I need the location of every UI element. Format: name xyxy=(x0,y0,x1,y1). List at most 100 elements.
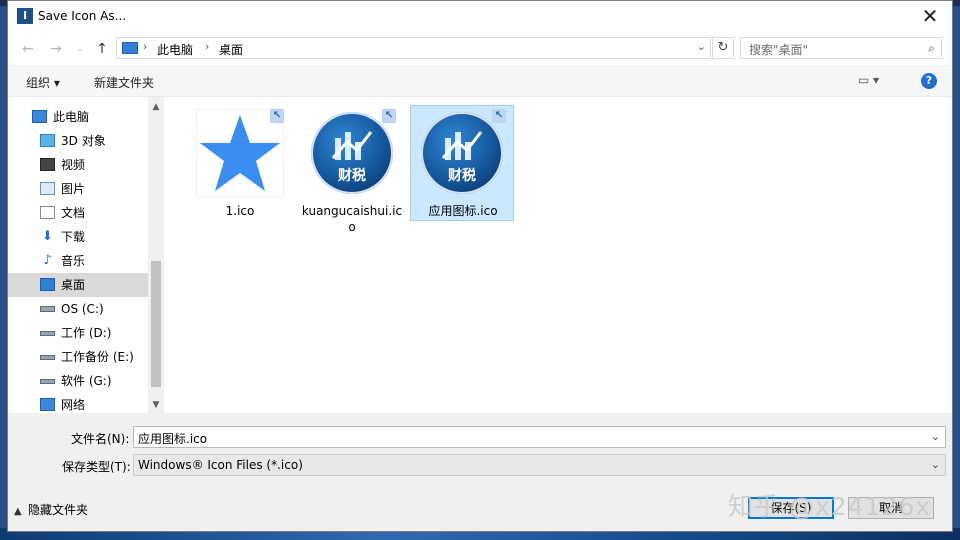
file-thumbnail: ↖ xyxy=(195,108,285,198)
chart-logo-icon xyxy=(441,131,483,160)
sidebar-item[interactable]: 此电脑 xyxy=(8,105,148,129)
drive-icon xyxy=(40,331,55,336)
file-list: ↖ 1.ico 财税 ↖ kuangucaishui.ico 财税 ↖ 应用图标… xyxy=(164,97,952,413)
hide-folders-label: 隐藏文件夹 xyxy=(28,503,89,517)
view-options-button[interactable]: ▭ ▾ xyxy=(858,73,890,89)
file-thumbnail: 财税 ↖ xyxy=(418,109,506,197)
sidebar-item[interactable]: 图片 xyxy=(8,177,148,201)
back-arrow-icon[interactable]: ← xyxy=(18,39,38,59)
computer-icon xyxy=(122,42,138,54)
document-icon xyxy=(40,206,55,219)
file-type-value: Windows® Icon Files (*.ico) xyxy=(138,458,303,472)
scroll-up-icon[interactable]: ▲ xyxy=(148,99,164,115)
shortcut-arrow-icon: ↖ xyxy=(270,109,284,123)
chevron-up-icon: ▲ xyxy=(14,506,22,517)
video-icon xyxy=(40,158,55,171)
nav-scrollbar[interactable]: ▲ ▼ xyxy=(148,97,164,413)
file-name: 应用图标.ico xyxy=(428,204,498,218)
sidebar-item-label: 网络 xyxy=(61,398,86,412)
picture-icon xyxy=(40,182,55,195)
navigation-pane: 网络 软件 (G:) 工作备份 (E:) 工作 (D:) OS (C:) 桌面 ♪ 音乐 ⬇ 下载… xyxy=(8,97,164,413)
chevron-down-icon[interactable]: ⌄ xyxy=(697,40,706,53)
cube-icon xyxy=(40,134,55,147)
sidebar-item[interactable]: 视频 xyxy=(8,153,148,177)
shortcut-arrow-icon: ↖ xyxy=(492,109,506,123)
caishui-logo-icon: 财税 xyxy=(421,112,503,194)
recent-locations-chevron-icon[interactable]: ⌄ xyxy=(70,39,90,59)
breadcrumb-this-pc[interactable]: 此电脑 xyxy=(157,41,193,58)
sidebar-item-label: 工作 (D:) xyxy=(61,326,112,340)
sidebar-item-label: 视频 xyxy=(61,158,86,172)
sidebar-item[interactable]: ⬇ 下载 xyxy=(8,225,148,249)
search-placeholder: 搜索"桌面" xyxy=(749,43,809,57)
help-button[interactable]: ? xyxy=(921,73,937,89)
caishui-logo-icon: 财税 xyxy=(311,112,393,194)
filename-field[interactable]: 应用图标.ico ⌄ xyxy=(133,426,946,448)
up-arrow-icon[interactable]: ↑ xyxy=(92,39,112,59)
file-item[interactable]: ↖ 1.ico xyxy=(188,105,292,221)
drive-os-icon xyxy=(40,306,55,312)
save-form: 文件名(N): 应用图标.ico ⌄ 保存类型(T): Windows® Ico… xyxy=(8,413,952,531)
drive-icon xyxy=(40,355,55,360)
network-icon xyxy=(40,398,55,411)
address-bar[interactable]: › 此电脑 › 桌面 ⌄ xyxy=(116,37,711,59)
app-icon: I xyxy=(17,8,33,24)
refresh-button[interactable]: ↻ xyxy=(712,37,734,59)
file-thumbnail: 财税 ↖ xyxy=(308,109,396,197)
cancel-button[interactable]: 取消 xyxy=(848,497,934,519)
search-input[interactable]: 搜索"桌面" ⌕ xyxy=(740,37,942,59)
filename-label: 文件名(N): xyxy=(71,432,130,446)
search-icon: ⌕ xyxy=(928,41,935,55)
sidebar-item-label: 此电脑 xyxy=(53,110,90,124)
file-item[interactable]: 财税 ↖ kuangucaishui.ico xyxy=(300,105,404,234)
sidebar-item-label: 软件 (G:) xyxy=(61,374,112,388)
sidebar-item-label: 图片 xyxy=(61,182,86,196)
sidebar-item[interactable]: 工作备份 (E:) xyxy=(8,345,148,369)
save-dialog: I Save Icon As... ✕ ← → ⌄ ↑ › 此电脑 › 桌面 ⌄… xyxy=(7,0,953,532)
sidebar-item[interactable]: 软件 (G:) xyxy=(8,369,148,393)
file-name: 1.ico xyxy=(225,204,255,218)
scroll-down-icon[interactable]: ▼ xyxy=(148,397,164,413)
sidebar-item[interactable]: ♪ 音乐 xyxy=(8,249,148,273)
shortcut-arrow-icon: ↖ xyxy=(382,109,396,123)
breadcrumb-separator-icon: › xyxy=(143,40,148,53)
sidebar-item[interactable]: 工作 (D:) xyxy=(8,321,148,345)
window-title: Save Icon As... xyxy=(38,9,127,23)
sidebar-item[interactable]: 桌面 xyxy=(8,273,148,297)
title-bar: I Save Icon As... ✕ xyxy=(8,1,952,33)
sidebar-item-label: 桌面 xyxy=(61,278,86,292)
sidebar-item-label: 工作备份 (E:) xyxy=(61,350,134,364)
save-button[interactable]: 保存(S) xyxy=(748,497,834,519)
breadcrumb-desktop[interactable]: 桌面 xyxy=(219,41,243,58)
file-type-label: 保存类型(T): xyxy=(62,460,131,474)
organize-menu[interactable]: 组织 ▾ xyxy=(26,74,60,91)
sidebar-item[interactable]: 网络 xyxy=(8,393,148,413)
breadcrumb-separator-icon: › xyxy=(205,40,210,53)
chevron-down-icon[interactable]: ⌄ xyxy=(931,458,940,471)
file-type-select[interactable]: Windows® Icon Files (*.ico) ⌄ xyxy=(133,454,946,476)
sidebar-item[interactable]: 文档 xyxy=(8,201,148,225)
navigation-row: ← → ⌄ ↑ › 此电脑 › 桌面 ⌄ ↻ 搜索"桌面" ⌕ xyxy=(8,33,952,65)
chart-logo-icon xyxy=(331,131,373,160)
computer-icon xyxy=(32,110,47,123)
desktop-icon xyxy=(40,278,55,291)
new-folder-button[interactable]: 新建文件夹 xyxy=(94,74,154,91)
sidebar-item[interactable]: 3D 对象 xyxy=(8,129,148,153)
sidebar-item-label: 文档 xyxy=(61,206,86,220)
logo-text: 财税 xyxy=(338,168,366,184)
chevron-down-icon[interactable]: ⌄ xyxy=(931,430,940,443)
download-icon: ⬇ xyxy=(42,229,53,244)
sidebar-item-label: 下载 xyxy=(61,230,86,244)
scrollbar-thumb[interactable] xyxy=(151,261,161,387)
hide-folders-toggle[interactable]: ▲ 隐藏文件夹 xyxy=(14,501,88,518)
file-name: kuangucaishui.ico xyxy=(301,204,403,234)
sidebar-item-label: 音乐 xyxy=(61,254,86,268)
file-item-selected[interactable]: 财税 ↖ 应用图标.ico xyxy=(410,105,514,221)
logo-text: 财税 xyxy=(448,168,476,184)
music-icon: ♪ xyxy=(43,253,52,268)
filename-value: 应用图标.ico xyxy=(138,432,208,446)
sidebar-item[interactable]: OS (C:) xyxy=(8,297,148,321)
close-button[interactable]: ✕ xyxy=(908,1,952,31)
sidebar-item-label: OS (C:) xyxy=(61,302,104,316)
forward-arrow-icon[interactable]: → xyxy=(46,39,66,59)
